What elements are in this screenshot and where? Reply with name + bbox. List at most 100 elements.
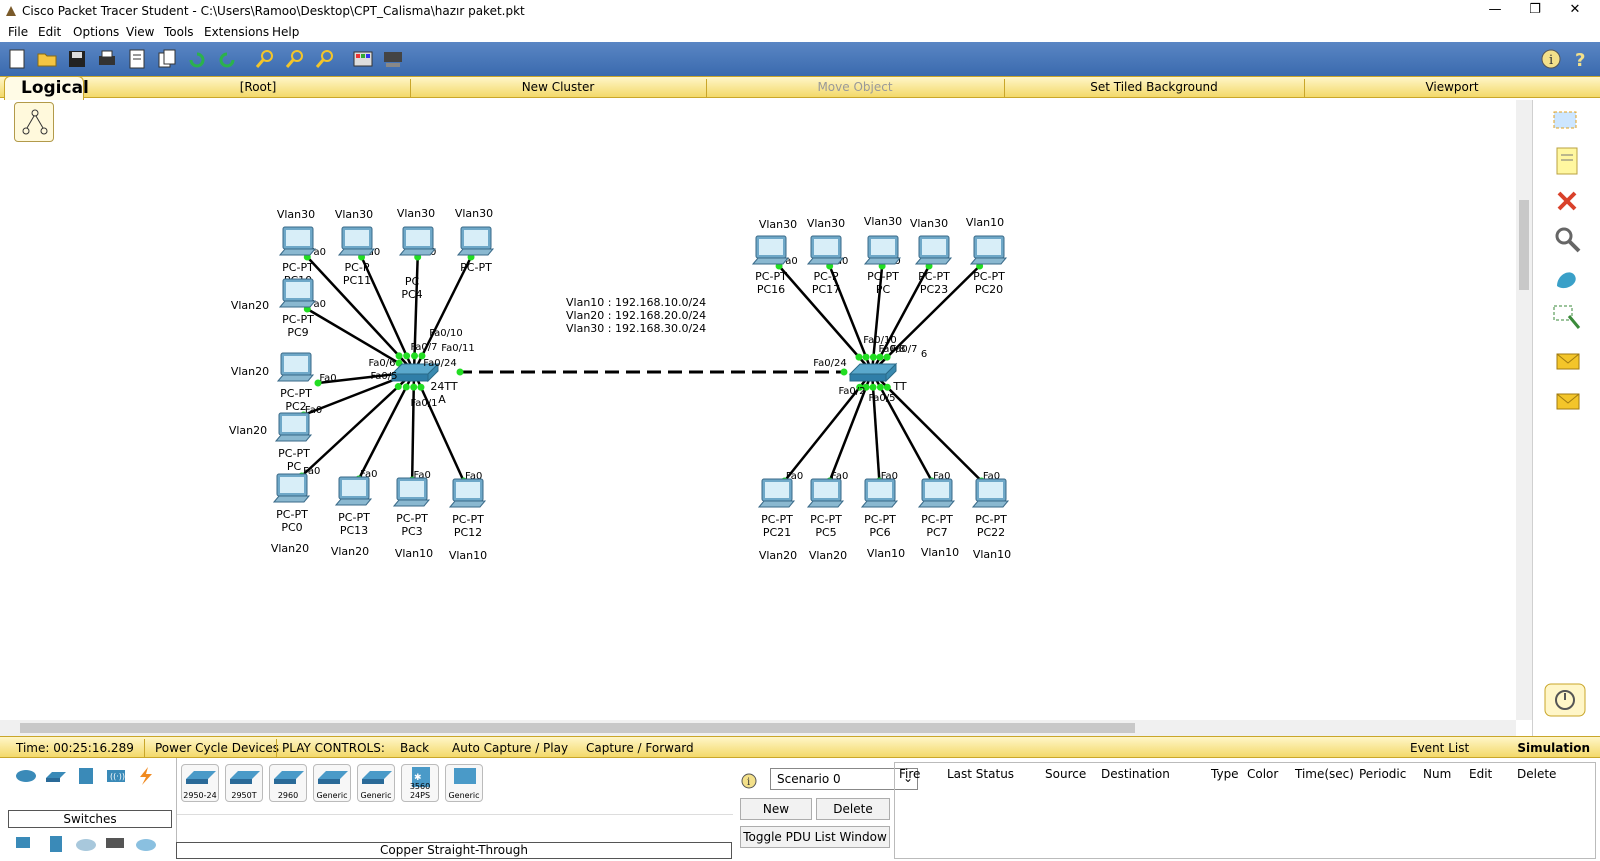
vertical-scroll-thumb[interactable]	[1519, 200, 1529, 290]
right-pc-pc16[interactable]	[751, 235, 790, 265]
event-list-button[interactable]: Event List	[1410, 741, 1469, 755]
menu-help[interactable]: Help	[272, 25, 299, 39]
left-pc-pc13[interactable]	[334, 476, 373, 506]
logical-tab[interactable]: Logical	[4, 76, 89, 100]
undo-icon[interactable]	[186, 48, 208, 70]
horizontal-scrollbar[interactable]	[0, 720, 1516, 736]
security-icon[interactable]	[44, 834, 68, 854]
connections-category-icon[interactable]	[134, 766, 158, 786]
wan-emulation-icon[interactable]	[74, 834, 98, 854]
simulation-mode-label[interactable]: Simulation	[1517, 741, 1590, 755]
menu-file[interactable]: File	[8, 25, 28, 39]
switch-2950-24[interactable]: 2950-24	[181, 764, 219, 802]
device-list-scrollbar[interactable]	[177, 814, 733, 826]
wireless-category-icon[interactable]: ((·))	[104, 766, 128, 786]
switch-b[interactable]	[848, 362, 898, 383]
left-pc-pc9[interactable]	[278, 278, 317, 308]
left-pc-pc3[interactable]	[392, 477, 431, 507]
right-pc-pc23[interactable]	[914, 235, 953, 265]
menu-options[interactable]: Options	[73, 25, 119, 39]
switches-category-icon[interactable]	[44, 766, 68, 786]
power-cycle-devices-button[interactable]: Power Cycle Devices	[155, 741, 279, 755]
zoom-in-icon[interactable]	[254, 48, 276, 70]
capture-forward-button[interactable]: Capture / Forward	[586, 741, 694, 755]
right-pc-pc5[interactable]	[806, 478, 845, 508]
open-folder-icon[interactable]	[36, 48, 58, 70]
right-pc-pc6[interactable]	[860, 478, 899, 508]
right-pc-pc21[interactable]	[757, 478, 796, 508]
multiuser-icon[interactable]	[134, 834, 158, 854]
custom-device-icon[interactable]	[382, 48, 404, 70]
menu-edit[interactable]: Edit	[38, 25, 61, 39]
place-note-icon[interactable]	[1551, 146, 1583, 176]
add-simple-pdu-icon[interactable]	[1551, 346, 1583, 376]
redo-icon[interactable]	[216, 48, 238, 70]
pc-vlan-label: Vlan20	[331, 545, 369, 558]
left-pc-pc2[interactable]	[276, 352, 315, 382]
left-pc-pc12[interactable]	[448, 478, 487, 508]
move-object-button[interactable]: Move Object	[706, 80, 1004, 94]
switch-generic[interactable]: Generic	[357, 764, 395, 802]
left-pc-pc[interactable]	[274, 412, 313, 442]
right-pc-pc22[interactable]	[971, 478, 1010, 508]
network-topology[interactable]: Fa0PC-PTPC10Vlan30Fa0PC-PPC11Vlan30Fa0PC…	[0, 100, 1516, 720]
select-icon[interactable]	[1551, 108, 1583, 138]
right-pc-pc7[interactable]	[917, 478, 956, 508]
root-button[interactable]: [Root]	[100, 80, 416, 94]
horizontal-scroll-thumb[interactable]	[20, 723, 1135, 733]
delete-scenario-button[interactable]: Delete	[816, 798, 890, 820]
activity-wizard-icon[interactable]	[126, 48, 148, 70]
draw-shape-icon[interactable]	[1551, 264, 1583, 294]
left-pc-pc4[interactable]	[398, 226, 437, 256]
pc-type-label: PC-PT	[276, 508, 308, 521]
switch-2950t[interactable]: 2950T	[225, 764, 263, 802]
maximize-button[interactable]: ❐	[1520, 2, 1550, 20]
right-pc-pc17[interactable]	[806, 235, 845, 265]
minimize-button[interactable]: —	[1480, 2, 1510, 20]
print-icon[interactable]	[96, 48, 118, 70]
delete-icon[interactable]	[1551, 186, 1583, 216]
resize-shape-icon[interactable]	[1551, 302, 1583, 332]
new-file-icon[interactable]	[6, 48, 28, 70]
menu-extensions[interactable]: Extensions	[204, 25, 269, 39]
switch-2960[interactable]: 2960	[269, 764, 307, 802]
left-pc-unnamed[interactable]	[456, 226, 495, 256]
back-button[interactable]: Back	[400, 741, 429, 755]
right-pc-pc20[interactable]	[969, 235, 1008, 265]
hubs-category-icon[interactable]	[74, 766, 98, 786]
switch-generic[interactable]: Generic	[445, 764, 483, 802]
new-cluster-button[interactable]: New Cluster	[410, 80, 706, 94]
save-icon[interactable]	[66, 48, 88, 70]
column-delete: Delete	[1517, 767, 1557, 781]
logical-workspace[interactable]: Fa0PC-PTPC10Vlan30Fa0PC-PPC11Vlan30Fa0PC…	[0, 100, 1516, 720]
palette-icon[interactable]	[352, 48, 374, 70]
close-button[interactable]: ✕	[1560, 2, 1590, 20]
copy-icon[interactable]	[156, 48, 178, 70]
menu-view[interactable]: View	[126, 25, 154, 39]
vertical-scrollbar[interactable]	[1516, 100, 1532, 720]
new-scenario-button[interactable]: New	[740, 798, 812, 820]
info-icon[interactable]: i	[1540, 48, 1562, 70]
custom-made-devices-icon[interactable]	[104, 834, 128, 854]
set-tiled-background-button[interactable]: Set Tiled Background	[1004, 80, 1304, 94]
left-pc-pc11[interactable]	[337, 226, 376, 256]
help-icon[interactable]: ?	[1570, 48, 1592, 70]
switch-generic[interactable]: Generic	[313, 764, 351, 802]
switch-3560-24ps[interactable]: ✱ 3560 24PS	[401, 764, 439, 802]
end-devices-icon[interactable]	[14, 834, 38, 854]
left-pc-pc0[interactable]	[272, 473, 311, 503]
menu-tools[interactable]: Tools	[164, 25, 194, 39]
left-pc-pc10[interactable]	[278, 226, 317, 256]
auto-capture-play-button[interactable]: Auto Capture / Play	[452, 741, 568, 755]
network-devices-icon[interactable]	[14, 766, 38, 786]
inspect-icon[interactable]	[1551, 224, 1583, 254]
scenario-info-icon[interactable]: i	[740, 772, 758, 790]
add-complex-pdu-icon[interactable]	[1551, 386, 1583, 416]
toggle-pdu-list-button[interactable]: Toggle PDU List Window	[740, 826, 890, 848]
pc-vlan-label: Vlan30	[807, 217, 845, 230]
right-pc-pc[interactable]	[863, 235, 902, 265]
simulation-mode-icon[interactable]	[1541, 680, 1589, 720]
zoom-out-icon[interactable]	[314, 48, 336, 70]
viewport-button[interactable]: Viewport	[1304, 80, 1600, 94]
zoom-reset-icon[interactable]	[284, 48, 306, 70]
